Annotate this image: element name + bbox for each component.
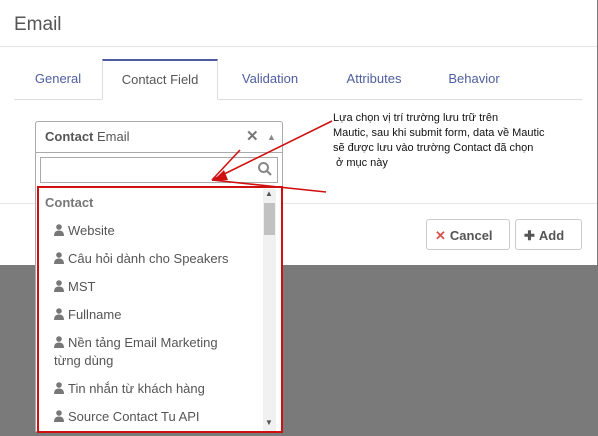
annotation-line: Lựa chọn vị trí trường lưu trữ trên (333, 112, 499, 124)
annotation-line: sẽ được lưu vào trường Contact đã chọn (333, 142, 534, 154)
arrow-line-pointer (211, 120, 333, 181)
annotation-line: Mautic, sau khi submit form, data về Mau… (333, 127, 545, 139)
annotation-arrows (211, 120, 333, 193)
annotation-note: Lựa chọn vị trí trường lưu trữ trên Maut… (333, 111, 583, 171)
arrow-line-lower (211, 179, 327, 193)
annotation-line: ở mục này (333, 157, 388, 169)
